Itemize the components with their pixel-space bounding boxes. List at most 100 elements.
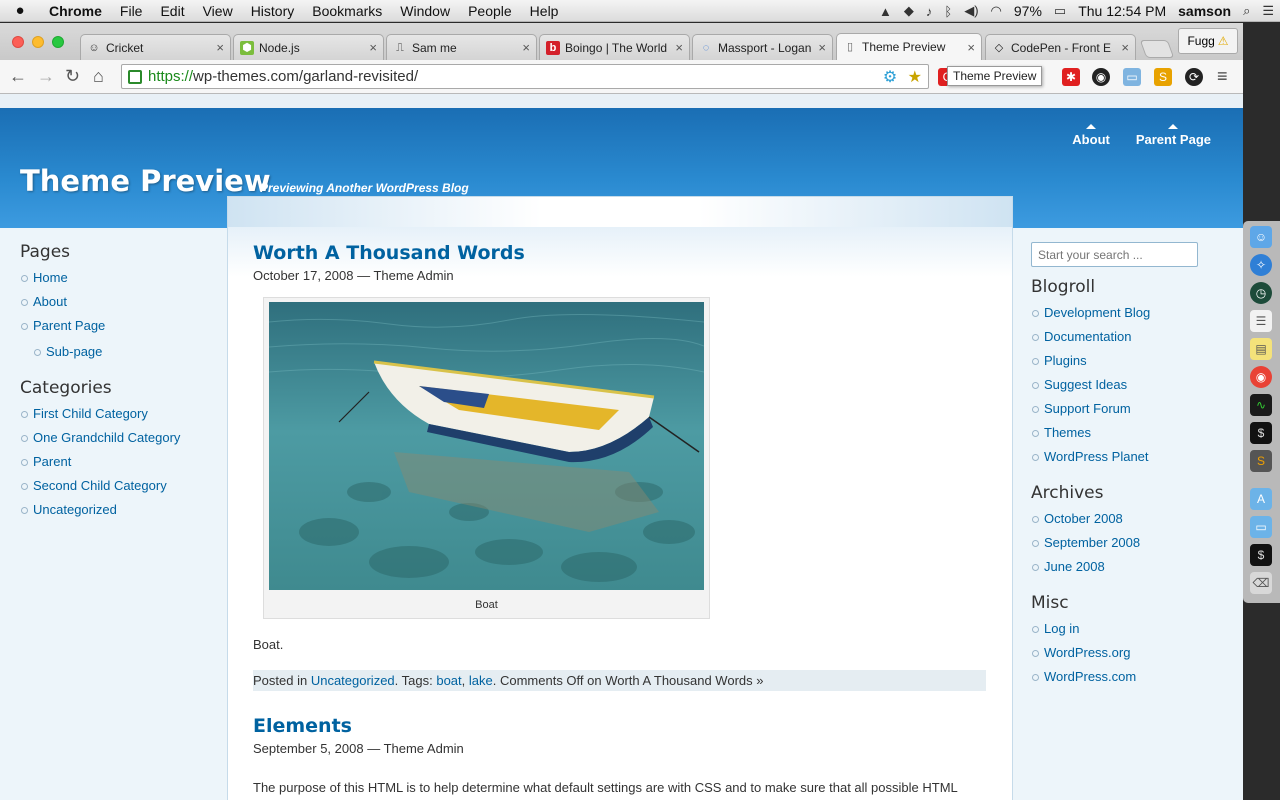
menu-history[interactable]: History: [242, 3, 304, 19]
battery-icon[interactable]: ▭: [1048, 3, 1072, 19]
address-bar[interactable]: https:// wp-themes.com/garland-revisited…: [121, 64, 929, 89]
extension-sync-icon[interactable]: ⟳: [1185, 68, 1203, 86]
search-input[interactable]: [1031, 242, 1198, 267]
notes-icon[interactable]: ▤: [1250, 338, 1272, 360]
page-link-parent[interactable]: Parent Page: [33, 318, 105, 333]
menu-chrome[interactable]: Chrome: [40, 3, 111, 19]
secure-lock-icon[interactable]: [128, 69, 142, 84]
terminal-icon[interactable]: $: [1250, 422, 1272, 444]
notification-center-icon[interactable]: ☰: [1256, 3, 1280, 19]
tab-boingo[interactable]: b Boingo | The World ×: [539, 34, 690, 60]
page-link-subpage[interactable]: Sub-page: [46, 344, 102, 359]
back-arrow-icon[interactable]: ←: [9, 66, 27, 87]
menu-help[interactable]: Help: [521, 3, 568, 19]
tag-link-lake[interactable]: lake: [469, 673, 493, 688]
reminders-icon[interactable]: ☰: [1250, 310, 1272, 332]
safari-icon[interactable]: ✧: [1250, 254, 1272, 276]
user-name[interactable]: samson: [1172, 3, 1237, 19]
menu-window[interactable]: Window: [391, 3, 459, 19]
menu-bookmarks[interactable]: Bookmarks: [303, 3, 391, 19]
close-tab-icon[interactable]: ×: [818, 40, 826, 55]
menu-edit[interactable]: Edit: [151, 3, 193, 19]
boat-image[interactable]: [269, 302, 704, 590]
close-tab-icon[interactable]: ×: [1121, 40, 1129, 55]
forward-arrow-icon[interactable]: →: [37, 66, 55, 87]
wordpress-org-link[interactable]: WordPress.org: [1044, 645, 1130, 660]
dropbox-icon[interactable]: ◆: [898, 3, 920, 19]
finder-icon[interactable]: ☺: [1250, 226, 1272, 248]
wordpress-com-link[interactable]: WordPress.com: [1044, 669, 1136, 684]
category-link-uncategorized[interactable]: Uncategorized: [311, 673, 395, 688]
volume-icon[interactable]: ◀): [958, 3, 984, 19]
nav-parent-page[interactable]: Parent Page: [1136, 124, 1211, 147]
post-title-link[interactable]: Elements: [253, 715, 352, 737]
archive-link[interactable]: June 2008: [1044, 559, 1105, 574]
notification-bell-icon[interactable]: ♪: [920, 4, 939, 19]
tag-link-boat[interactable]: boat: [436, 673, 461, 688]
close-tab-icon[interactable]: ×: [522, 40, 530, 55]
drive-icon[interactable]: ▲: [873, 4, 898, 19]
blogroll-link[interactable]: Themes: [1044, 425, 1091, 440]
wifi-icon[interactable]: ◠: [985, 3, 1008, 19]
post-title-link[interactable]: Worth A Thousand Words: [253, 242, 525, 264]
bluetooth-icon[interactable]: ᛒ: [938, 4, 958, 19]
category-link[interactable]: Parent: [33, 454, 71, 469]
blogroll-link[interactable]: WordPress Planet: [1044, 449, 1149, 464]
home-icon[interactable]: ⌂: [93, 66, 104, 87]
extension-color-icon[interactable]: ◉: [1092, 68, 1110, 86]
clock[interactable]: Thu 12:54 PM: [1072, 3, 1172, 19]
blogroll-link[interactable]: Development Blog: [1044, 305, 1150, 320]
category-link[interactable]: Second Child Category: [33, 478, 167, 493]
category-link[interactable]: One Grandchild Category: [33, 430, 180, 445]
close-tab-icon[interactable]: ×: [967, 40, 975, 55]
menu-people[interactable]: People: [459, 3, 521, 19]
time-machine-icon[interactable]: ◷: [1250, 282, 1272, 304]
close-tab-icon[interactable]: ×: [216, 40, 224, 55]
page-link-home[interactable]: Home: [33, 270, 68, 285]
menu-view[interactable]: View: [194, 3, 242, 19]
chrome-icon[interactable]: ◉: [1250, 366, 1272, 388]
extension-window-icon[interactable]: ▭: [1123, 68, 1141, 86]
archive-link[interactable]: September 2008: [1044, 535, 1140, 550]
tab-cricket[interactable]: ☺ Cricket ×: [80, 34, 231, 60]
category-link[interactable]: First Child Category: [33, 406, 148, 421]
terminal-minimized-icon[interactable]: $: [1250, 544, 1272, 566]
blogroll-link[interactable]: Plugins: [1044, 353, 1087, 368]
category-link[interactable]: Uncategorized: [33, 502, 117, 517]
chrome-menu-icon[interactable]: ≡: [1217, 66, 1228, 87]
login-link[interactable]: Log in: [1044, 621, 1079, 636]
page-link-about[interactable]: About: [33, 294, 67, 309]
blogroll-link[interactable]: Documentation: [1044, 329, 1131, 344]
trash-icon[interactable]: ⌫: [1250, 572, 1272, 594]
profile-button[interactable]: Fugg ⚠: [1178, 28, 1238, 54]
close-window-button[interactable]: [12, 36, 24, 48]
tab-nodejs[interactable]: ⬢ Node.js ×: [233, 34, 384, 60]
apple-menu-icon[interactable]: ●: [0, 2, 40, 19]
nav-about[interactable]: About: [1072, 124, 1110, 147]
battery-percent[interactable]: 97%: [1008, 3, 1048, 19]
blogroll-link[interactable]: Suggest Ideas: [1044, 377, 1127, 392]
close-tab-icon[interactable]: ×: [369, 40, 377, 55]
new-tab-button[interactable]: [1139, 40, 1175, 58]
extension-icon[interactable]: ⚙: [883, 69, 897, 86]
tab-sam-me[interactable]: ⎍ Sam me ×: [386, 34, 537, 60]
zoom-window-button[interactable]: [52, 36, 64, 48]
tab-theme-preview[interactable]: ▯ Theme Preview ×: [836, 33, 982, 60]
bookmark-star-icon[interactable]: ★: [908, 69, 922, 86]
close-tab-icon[interactable]: ×: [675, 40, 683, 55]
reload-icon[interactable]: ↻: [65, 66, 80, 87]
extension-asterisk-icon[interactable]: ✱: [1062, 68, 1080, 86]
extension-s-icon[interactable]: S: [1154, 68, 1172, 86]
applications-folder-icon[interactable]: A: [1250, 488, 1272, 510]
archive-link[interactable]: October 2008: [1044, 511, 1123, 526]
minimize-window-button[interactable]: [32, 36, 44, 48]
spotlight-search-icon[interactable]: ⌕: [1237, 3, 1256, 19]
menu-file[interactable]: File: [111, 3, 152, 19]
site-title[interactable]: Theme Preview: [20, 164, 271, 198]
tab-massport[interactable]: ◌ Massport - Logan ×: [692, 34, 833, 60]
tab-codepen[interactable]: ◇ CodePen - Front E ×: [985, 34, 1136, 60]
sublime-text-icon[interactable]: S: [1250, 450, 1272, 472]
documents-folder-icon[interactable]: ▭: [1250, 516, 1272, 538]
blogroll-link[interactable]: Support Forum: [1044, 401, 1131, 416]
activity-monitor-icon[interactable]: ∿: [1250, 394, 1272, 416]
